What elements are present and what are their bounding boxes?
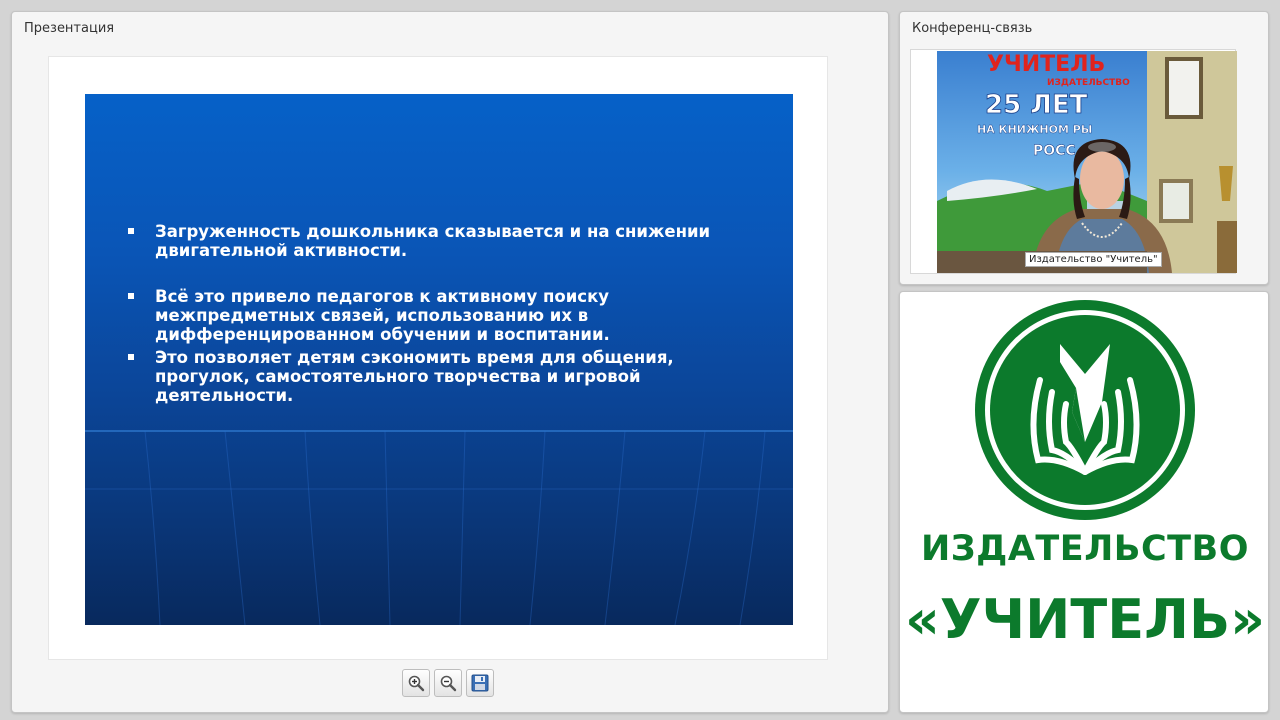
publisher-logo-icon xyxy=(975,300,1195,520)
video-frame: УЧИТЕЛЬ ИЗДАТЕЛЬСТВО 25 ЛЕТ НА КНИЖНОМ Р… xyxy=(910,49,1237,274)
save-button[interactable] xyxy=(466,669,494,697)
logo-panel: ИЗДАТЕЛЬСТВО «УЧИТЕЛЬ» xyxy=(899,291,1269,713)
slide-toolbar xyxy=(402,669,494,699)
banner-text: УЧИТЕЛЬ xyxy=(987,52,1105,77)
slide-bullet: Загруженность дошкольника сказывается и … xyxy=(125,222,765,260)
bullet-text: Всё это привело педагогов к активному по… xyxy=(155,287,610,344)
zoom-out-button[interactable] xyxy=(434,669,462,697)
slide: Загруженность дошкольника сказывается и … xyxy=(85,94,793,625)
slide-bullet-list: Загруженность дошкольника сказывается и … xyxy=(125,222,765,405)
banner-text: ИЗДАТЕЛЬСТВО xyxy=(1047,78,1130,88)
zoom-in-button[interactable] xyxy=(402,669,430,697)
conference-title: Конференц-связь xyxy=(912,21,1033,36)
bullet-text: Это позволяет детям сэкономить время для… xyxy=(155,348,674,405)
video-scene: УЧИТЕЛЬ ИЗДАТЕЛЬСТВО 25 ЛЕТ НА КНИЖНОМ Р… xyxy=(937,51,1237,273)
banner-text: НА КНИЖНОМ РЫ xyxy=(977,123,1092,136)
presentation-title: Презентация xyxy=(24,21,115,36)
conference-panel: Конференц-связь УЧИТЕЛЬ ИЗДАТЕЛЬСТВО 25 … xyxy=(899,11,1269,285)
bullet-square-icon xyxy=(128,228,134,234)
video-caption: Издательство "Учитель" xyxy=(1025,252,1162,267)
save-icon xyxy=(471,674,489,692)
bullet-text: Загруженность дошкольника сказывается и … xyxy=(155,222,711,260)
slide-bullet: Всё это привело педагогов к активному по… xyxy=(125,287,765,344)
slide-bullet: Это позволяет детям сэкономить время для… xyxy=(125,348,765,405)
zoom-in-icon xyxy=(408,675,425,692)
zoom-out-icon xyxy=(440,675,457,692)
bullet-square-icon xyxy=(128,354,134,360)
bullet-square-icon xyxy=(128,293,134,299)
publisher-name-line2: «УЧИТЕЛЬ» xyxy=(905,588,1265,651)
banner-text: РОСС xyxy=(1033,143,1076,159)
publisher-name-line1: ИЗДАТЕЛЬСТВО xyxy=(921,529,1249,569)
presentation-panel: Презентация Загруженность дошкольника ск… xyxy=(11,11,889,713)
banner-text: 25 ЛЕТ xyxy=(985,90,1088,120)
video-feed[interactable]: УЧИТЕЛЬ ИЗДАТЕЛЬСТВО 25 ЛЕТ НА КНИЖНОМ Р… xyxy=(937,51,1237,273)
slide-frame: Загруженность дошкольника сказывается и … xyxy=(48,56,828,660)
